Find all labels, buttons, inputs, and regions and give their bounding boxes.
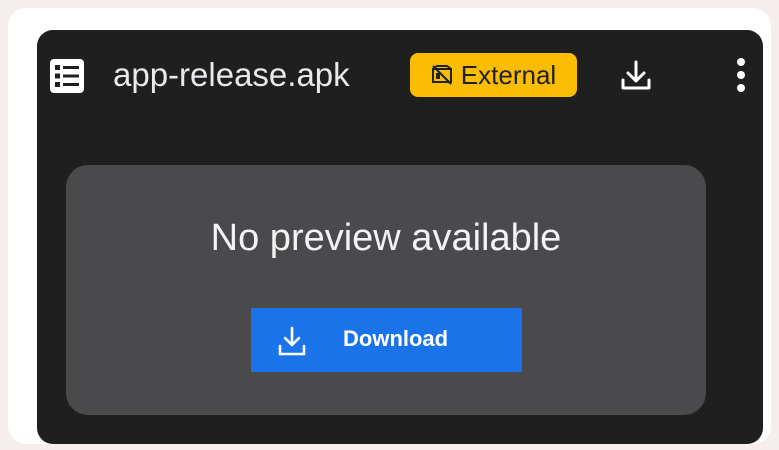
more-options-button[interactable] <box>727 55 755 99</box>
badge-label: External <box>460 60 557 90</box>
preview-toolbar: app-release.apk External <box>37 30 763 122</box>
external-badge: External <box>410 53 577 97</box>
more-vert-icon <box>736 57 746 98</box>
download-icon <box>275 324 309 358</box>
external-drive-icon <box>431 64 453 86</box>
window-frame: app-release.apk External No preview avai… <box>8 8 771 444</box>
download-icon <box>619 58 653 97</box>
download-button-label: Download <box>343 326 449 351</box>
preview-card: No preview available Download <box>66 165 706 415</box>
download-button[interactable]: Download <box>251 308 522 372</box>
toolbar-download-button[interactable] <box>615 56 657 98</box>
file-name-title: app-release.apk <box>113 56 350 93</box>
file-preview-panel: app-release.apk External No preview avai… <box>37 30 763 444</box>
no-preview-message: No preview available <box>210 217 562 259</box>
document-list-icon <box>49 58 85 94</box>
